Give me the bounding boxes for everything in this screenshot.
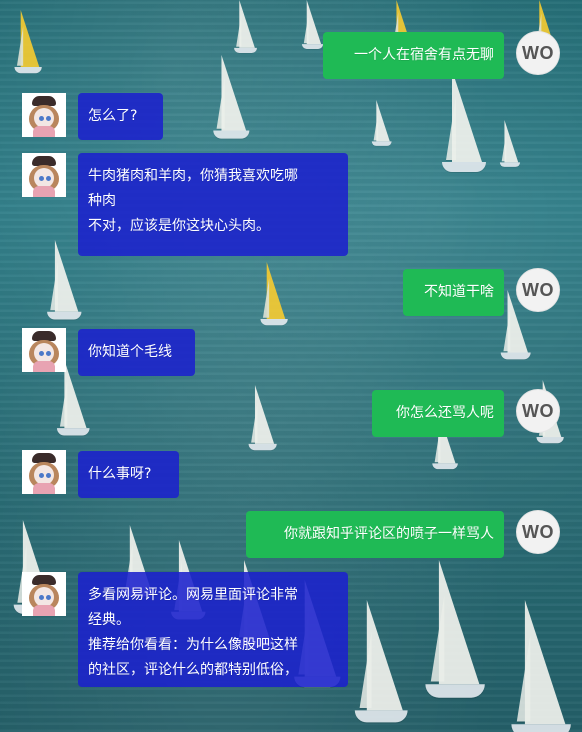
eye-icon — [39, 595, 44, 600]
message-bubble-user[interactable]: 你怎么还骂人呢 — [372, 390, 504, 437]
face-icon — [34, 168, 54, 188]
dress-icon — [33, 126, 55, 137]
sailboat-icon — [210, 55, 253, 149]
sailboat-icon — [498, 120, 522, 173]
eye-icon — [46, 116, 51, 121]
sailboat-icon — [232, 0, 259, 60]
user-avatar[interactable]: WO — [516, 31, 560, 75]
eye-icon — [46, 176, 51, 181]
message-bubble-bot[interactable]: 你知道个毛线 — [78, 329, 195, 376]
user-avatar[interactable]: WO — [516, 510, 560, 554]
message-bubble-bot[interactable]: 怎么了? — [78, 93, 163, 140]
sailboat-icon — [12, 10, 44, 81]
bot-avatar[interactable] — [22, 450, 66, 494]
face-icon — [34, 587, 54, 607]
eye-icon — [39, 176, 44, 181]
user-avatar-label: WO — [522, 42, 554, 63]
user-avatar-label: WO — [522, 279, 554, 300]
eye-icon — [39, 351, 44, 356]
user-avatar[interactable]: WO — [516, 268, 560, 312]
message-bubble-user[interactable]: 你就跟知乎评论区的喷子一样骂人 — [246, 511, 504, 558]
message-bubble-bot[interactable]: 牛肉猪肉和羊肉，你猜我喜欢吃哪 种肉 不对，应该是你这块心头肉。 — [78, 153, 348, 256]
user-avatar-label: WO — [522, 400, 554, 421]
dress-icon — [33, 483, 55, 494]
sailboat-icon — [420, 560, 490, 715]
face-icon — [34, 343, 54, 363]
eye-icon — [39, 473, 44, 478]
eye-icon — [39, 116, 44, 121]
user-avatar[interactable]: WO — [516, 389, 560, 433]
face-icon — [34, 108, 54, 128]
sailboat-icon — [438, 70, 490, 185]
eye-icon — [46, 351, 51, 356]
eye-icon — [46, 595, 51, 600]
dress-icon — [33, 186, 55, 197]
bot-avatar[interactable] — [22, 572, 66, 616]
sailboat-icon — [350, 600, 412, 732]
bot-avatar[interactable] — [22, 328, 66, 372]
bot-avatar[interactable] — [22, 93, 66, 137]
dress-icon — [33, 605, 55, 616]
sailboat-icon — [300, 0, 325, 55]
sailboat-icon — [506, 600, 576, 732]
message-bubble-bot[interactable]: 什么事呀? — [78, 451, 179, 498]
user-avatar-label: WO — [522, 521, 554, 542]
bot-avatar[interactable] — [22, 153, 66, 197]
sailboat-icon — [258, 262, 290, 333]
message-bubble-bot[interactable]: 多看网易评论。网易里面评论非常 经典。 推荐给你看看：为什么像股吧这样 的社区，… — [78, 572, 348, 687]
dress-icon — [33, 361, 55, 372]
message-bubble-user[interactable]: 不知道干啥 — [403, 269, 504, 316]
sailboat-icon — [246, 385, 279, 459]
message-bubble-user[interactable]: 一个人在宿舍有点无聊 — [323, 32, 504, 79]
eye-icon — [46, 473, 51, 478]
face-icon — [34, 465, 54, 485]
sailboat-icon — [370, 100, 393, 152]
